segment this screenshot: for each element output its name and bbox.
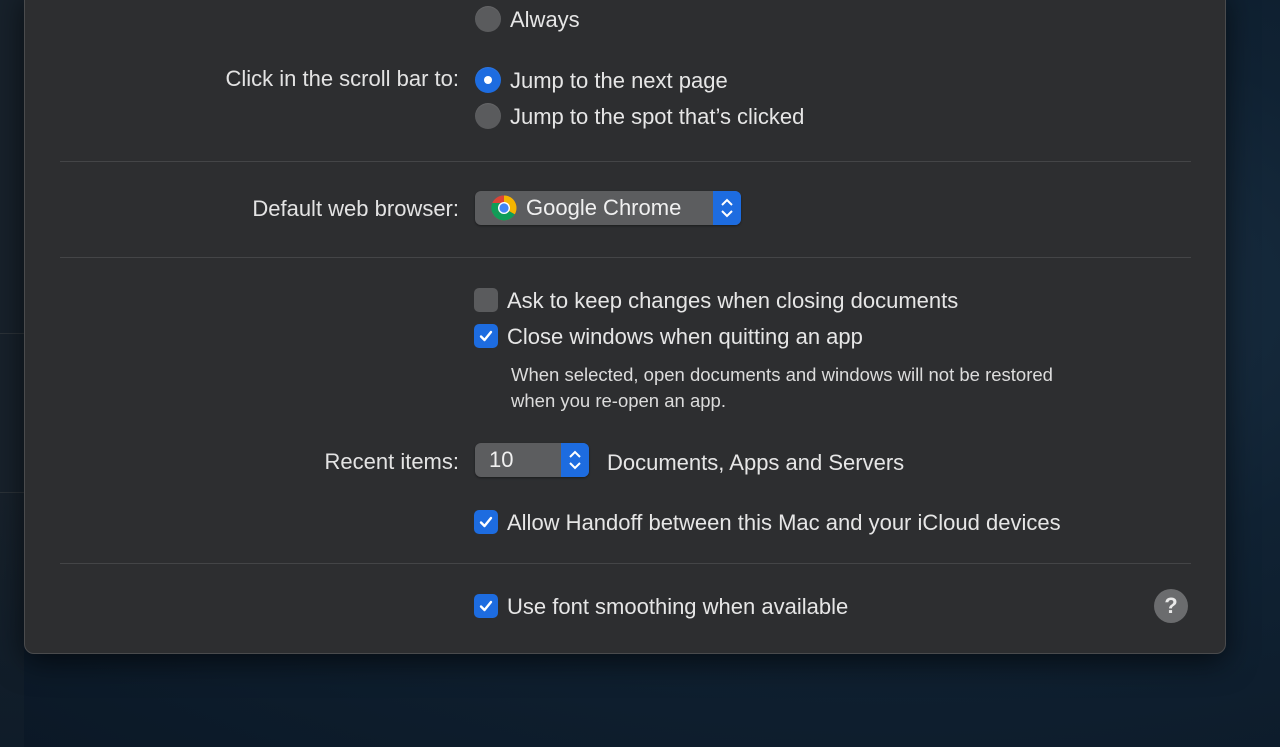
close-windows-note-line2: when you re-open an app. [511,390,726,411]
section-divider [60,161,1191,162]
chevron-updown-icon [713,191,741,225]
default-browser-value: Google Chrome [526,195,682,220]
default-browser-label: Default web browser: [252,196,459,221]
radio-jump-spot-clicked-label: Jump to the spot that’s clicked [510,104,805,129]
close-windows-note-line1: When selected, open documents and window… [511,364,1053,385]
close-windows-checkbox[interactable] [474,324,498,348]
close-windows-label: Close windows when quitting an app [507,324,863,349]
font-smoothing-checkbox[interactable] [474,594,498,618]
checkmark-icon [479,600,493,612]
section-divider [60,257,1191,258]
radio-always-label: Always [510,7,580,32]
ask-keep-changes-label: Ask to keep changes when closing documen… [507,288,959,313]
background-window-edge [0,492,24,493]
close-windows-note: When selected, open documents and window… [511,362,1053,414]
handoff-checkbox[interactable] [474,510,498,534]
font-smoothing-label: Use font smoothing when available [507,594,849,619]
checkmark-icon [479,330,493,342]
help-button[interactable]: ? [1154,589,1188,623]
ask-keep-changes-checkbox[interactable] [474,288,498,312]
general-preferences-window: Always Click in the scroll bar to: Jump … [24,0,1226,654]
radio-jump-next-page[interactable] [475,67,501,93]
radio-jump-spot-clicked[interactable] [475,103,501,129]
desktop-background [0,0,24,747]
recent-items-label: Recent items: [324,449,460,474]
checkmark-icon [479,516,493,528]
chrome-icon [491,195,517,221]
default-browser-popup[interactable]: Google Chrome [475,191,741,225]
recent-items-popup[interactable]: 10 [475,443,589,477]
section-divider [60,563,1191,564]
handoff-label: Allow Handoff between this Mac and your … [507,510,1061,535]
recent-items-suffix: Documents, Apps and Servers [607,450,905,475]
recent-items-value: 10 [489,447,514,472]
chevron-updown-icon [561,443,589,477]
scroll-click-label: Click in the scroll bar to: [225,66,459,91]
radio-jump-next-page-label: Jump to the next page [510,68,728,93]
radio-always[interactable] [475,6,501,32]
background-window-edge [0,333,24,334]
